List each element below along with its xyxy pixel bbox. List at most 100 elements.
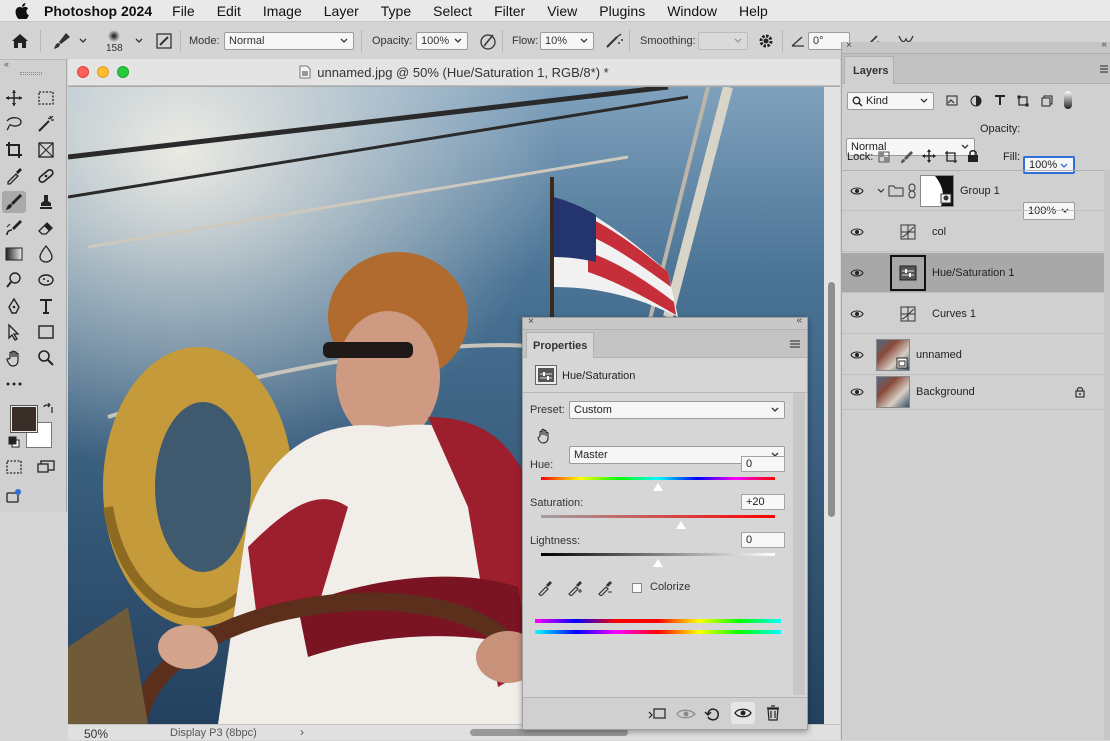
toggle-visibility-icon[interactable] xyxy=(731,702,755,724)
visibility-eye-icon[interactable] xyxy=(850,387,864,397)
menu-select[interactable]: Select xyxy=(433,3,472,19)
eyedropper-tool-icon[interactable] xyxy=(2,165,26,187)
hand-tool-icon[interactable] xyxy=(2,347,26,369)
close-panel-icon[interactable]: × xyxy=(846,40,852,51)
pressure-opacity-icon[interactable] xyxy=(478,22,498,60)
layer-row[interactable]: Group 1 xyxy=(842,171,1104,211)
layer-filter-dropdown[interactable]: Kind xyxy=(847,92,934,110)
filter-shape-icon[interactable] xyxy=(1017,95,1029,107)
lock-icon[interactable] xyxy=(1075,386,1085,398)
menu-window[interactable]: Window xyxy=(667,3,717,19)
link-icon[interactable] xyxy=(907,183,917,199)
horizontal-scroll-thumb[interactable] xyxy=(470,729,628,736)
lock-artboard-icon[interactable] xyxy=(944,150,958,164)
zoom-level[interactable]: 50% xyxy=(84,727,108,741)
filter-smart-object-icon[interactable] xyxy=(1041,95,1053,107)
mode-dropdown[interactable]: Normal xyxy=(224,32,354,50)
colorize-checkbox[interactable] xyxy=(632,583,642,593)
menu-help[interactable]: Help xyxy=(739,3,768,19)
menu-file[interactable]: File xyxy=(172,3,195,19)
healing-brush-tool-icon[interactable] xyxy=(34,165,58,187)
close-window-button[interactable] xyxy=(77,66,89,78)
minimize-window-button[interactable] xyxy=(97,66,109,78)
crop-tool-icon[interactable] xyxy=(2,139,26,161)
layer-row[interactable]: Background xyxy=(842,374,1104,410)
trash-icon[interactable] xyxy=(766,705,780,721)
frame-tool-icon[interactable] xyxy=(34,139,58,161)
filter-pixel-icon[interactable] xyxy=(946,95,958,106)
flow-field[interactable]: 10% xyxy=(540,32,594,50)
panel-grip[interactable] xyxy=(20,72,42,75)
tab-properties[interactable]: Properties xyxy=(526,332,594,358)
layer-thumbnail[interactable] xyxy=(876,376,910,408)
filter-adjustment-icon[interactable] xyxy=(970,95,982,107)
pen-tool-icon[interactable] xyxy=(2,295,26,317)
brush-size-preview[interactable]: 158 xyxy=(106,22,123,60)
hue-slider[interactable] xyxy=(541,477,775,480)
reset-adjustment-icon[interactable] xyxy=(704,706,722,722)
quick-mask-icon[interactable] xyxy=(2,456,26,478)
panel-menu-icon[interactable] xyxy=(1099,64,1109,74)
tab-layers[interactable]: Layers xyxy=(844,56,894,84)
visibility-eye-icon[interactable] xyxy=(850,186,864,196)
more-tools-icon[interactable] xyxy=(2,373,26,395)
panel-menu-icon[interactable] xyxy=(789,339,801,349)
visibility-eye-icon[interactable] xyxy=(850,227,864,237)
collapse-panel-icon[interactable]: « xyxy=(4,59,9,69)
dodge-tool-icon[interactable] xyxy=(2,269,26,291)
path-selection-tool-icon[interactable] xyxy=(2,321,26,343)
filter-type-icon[interactable] xyxy=(994,94,1006,106)
layer-row[interactable]: Curves 1 xyxy=(842,294,1104,334)
chevron-down-icon[interactable] xyxy=(134,22,144,60)
move-tool-icon[interactable] xyxy=(2,87,26,109)
targeted-adjustment-hand-icon[interactable] xyxy=(536,428,552,444)
smoothing-field[interactable] xyxy=(698,32,748,50)
screen-mode-icon[interactable] xyxy=(34,456,58,478)
lightness-slider[interactable] xyxy=(541,553,775,556)
app-name[interactable]: Photoshop 2024 xyxy=(44,3,152,19)
menu-filter[interactable]: Filter xyxy=(494,3,525,19)
properties-scrollbar[interactable] xyxy=(793,393,805,695)
saturation-input[interactable]: +20 xyxy=(741,494,785,510)
layer-row-selected[interactable]: Hue/Saturation 1 xyxy=(842,253,1104,293)
hue-slider-thumb[interactable] xyxy=(653,483,663,491)
view-previous-state-icon[interactable] xyxy=(676,706,696,722)
brush-tool-preset-icon[interactable] xyxy=(52,22,88,60)
close-panel-icon[interactable]: × xyxy=(528,316,534,327)
magic-wand-tool-icon[interactable] xyxy=(34,113,58,135)
lightness-slider-thumb[interactable] xyxy=(653,559,663,567)
group-mask-thumbnail[interactable] xyxy=(920,175,954,207)
clip-to-layer-icon[interactable] xyxy=(647,706,667,722)
lock-all-icon[interactable] xyxy=(967,149,979,163)
layer-row[interactable]: unnamed xyxy=(842,335,1104,375)
collapse-panel-icon[interactable]: « xyxy=(1101,39,1107,50)
menu-layer[interactable]: Layer xyxy=(324,3,359,19)
sponge-tool-icon[interactable] xyxy=(34,269,58,291)
default-colors-icon[interactable] xyxy=(8,436,20,448)
home-icon[interactable] xyxy=(10,22,30,60)
menu-image[interactable]: Image xyxy=(263,3,302,19)
foreground-color-swatch[interactable] xyxy=(10,405,38,433)
layer-thumbnail[interactable] xyxy=(876,339,910,371)
brush-settings-icon[interactable] xyxy=(154,22,174,60)
status-menu-icon[interactable]: › xyxy=(300,725,304,739)
history-brush-tool-icon[interactable] xyxy=(2,217,26,239)
rectangle-tool-icon[interactable] xyxy=(34,321,58,343)
menu-edit[interactable]: Edit xyxy=(217,3,241,19)
saturation-slider-thumb[interactable] xyxy=(676,521,687,529)
eyedropper-minus-icon[interactable] xyxy=(597,580,613,596)
lock-position-icon[interactable] xyxy=(922,149,936,163)
blur-tool-icon[interactable] xyxy=(34,243,58,265)
menu-type[interactable]: Type xyxy=(381,3,411,19)
maximize-window-button[interactable] xyxy=(117,66,129,78)
saturation-slider[interactable] xyxy=(541,515,775,518)
layer-row[interactable]: col xyxy=(842,212,1104,252)
layers-scrollbar[interactable] xyxy=(1104,170,1110,740)
apple-icon[interactable] xyxy=(0,2,44,19)
collapse-panel-icon[interactable]: « xyxy=(796,315,802,326)
lock-image-pixels-icon[interactable] xyxy=(900,150,914,164)
menu-view[interactable]: View xyxy=(547,3,577,19)
lightness-input[interactable]: 0 xyxy=(741,532,785,548)
type-tool-icon[interactable] xyxy=(34,295,58,317)
gradient-tool-icon[interactable] xyxy=(2,243,26,265)
